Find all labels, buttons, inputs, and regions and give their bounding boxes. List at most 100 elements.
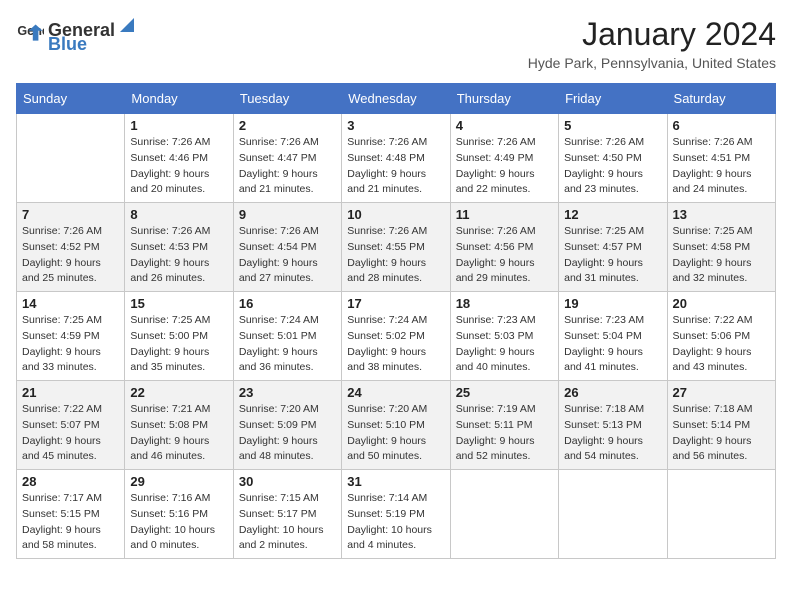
col-header-saturday: Saturday (667, 84, 775, 114)
calendar-cell: 9 Sunrise: 7:26 AMSunset: 4:54 PMDaylight… (233, 203, 341, 292)
day-info: Sunrise: 7:22 AMSunset: 5:07 PMDaylight:… (22, 402, 119, 465)
calendar-cell: 28Sunrise: 7:17 AMSunset: 5:15 PMDayligh… (17, 470, 125, 559)
day-info: Sunrise: 7:14 AMSunset: 5:19 PMDaylight:… (347, 491, 444, 554)
calendar-cell: 16 Sunrise: 7:24 AMSunset: 5:01 PMDayligh… (233, 292, 341, 381)
day-number: 29 (130, 474, 227, 489)
day-info: Sunrise: 7:25 AMSunset: 4:58 PMDaylight:… (673, 224, 770, 287)
calendar-cell: 23 Sunrise: 7:20 AMSunset: 5:09 PMDayligh… (233, 381, 341, 470)
day-number: 19 (564, 296, 661, 311)
calendar-cell: 24Sunrise: 7:20 AMSunset: 5:10 PMDayligh… (342, 381, 450, 470)
calendar-cell: 10 Sunrise: 7:26 AMSunset: 4:55 PMDayligh… (342, 203, 450, 292)
col-header-tuesday: Tuesday (233, 84, 341, 114)
day-number: 7 (22, 207, 119, 222)
day-number: 26 (564, 385, 661, 400)
day-info: Sunrise: 7:26 AMSunset: 4:52 PMDaylight:… (22, 224, 119, 287)
day-info: Sunrise: 7:26 AMSunset: 4:49 PMDaylight:… (456, 135, 553, 198)
day-info: Sunrise: 7:21 AMSunset: 5:08 PMDaylight:… (130, 402, 227, 465)
calendar-cell: 26 Sunrise: 7:18 AMSunset: 5:13 PMDayligh… (559, 381, 667, 470)
calendar-cell: 31 Sunrise: 7:14 AMSunset: 5:19 PMDayligh… (342, 470, 450, 559)
day-number: 28 (22, 474, 119, 489)
col-header-wednesday: Wednesday (342, 84, 450, 114)
day-number: 8 (130, 207, 227, 222)
calendar-cell: 4Sunrise: 7:26 AMSunset: 4:49 PMDaylight… (450, 114, 558, 203)
day-info: Sunrise: 7:16 AMSunset: 5:16 PMDaylight:… (130, 491, 227, 554)
col-header-monday: Monday (125, 84, 233, 114)
calendar-week-row: 7 Sunrise: 7:26 AMSunset: 4:52 PMDaylight… (17, 203, 776, 292)
day-number: 20 (673, 296, 770, 311)
day-number: 6 (673, 118, 770, 133)
day-info: Sunrise: 7:26 AMSunset: 4:50 PMDaylight:… (564, 135, 661, 198)
day-info: Sunrise: 7:25 AMSunset: 4:57 PMDaylight:… (564, 224, 661, 287)
calendar-cell: 25Sunrise: 7:19 AMSunset: 5:11 PMDayligh… (450, 381, 558, 470)
calendar-cell: 15Sunrise: 7:25 AMSunset: 5:00 PMDayligh… (125, 292, 233, 381)
day-number: 1 (130, 118, 227, 133)
location-subtitle: Hyde Park, Pennsylvania, United States (528, 55, 776, 71)
day-info: Sunrise: 7:23 AMSunset: 5:03 PMDaylight:… (456, 313, 553, 376)
day-number: 15 (130, 296, 227, 311)
day-info: Sunrise: 7:15 AMSunset: 5:17 PMDaylight:… (239, 491, 336, 554)
calendar-cell: 7 Sunrise: 7:26 AMSunset: 4:52 PMDaylight… (17, 203, 125, 292)
calendar-cell: 27Sunrise: 7:18 AMSunset: 5:14 PMDayligh… (667, 381, 775, 470)
day-number: 18 (456, 296, 553, 311)
day-info: Sunrise: 7:19 AMSunset: 5:11 PMDaylight:… (456, 402, 553, 465)
calendar-week-row: 28Sunrise: 7:17 AMSunset: 5:15 PMDayligh… (17, 470, 776, 559)
calendar-cell (559, 470, 667, 559)
logo: General General Blue (16, 16, 138, 53)
calendar-cell: 3Sunrise: 7:26 AMSunset: 4:48 PMDaylight… (342, 114, 450, 203)
calendar-cell: 29 Sunrise: 7:16 AMSunset: 5:16 PMDayligh… (125, 470, 233, 559)
day-info: Sunrise: 7:26 AMSunset: 4:55 PMDaylight:… (347, 224, 444, 287)
calendar-week-row: 1 Sunrise: 7:26 AMSunset: 4:46 PMDaylight… (17, 114, 776, 203)
calendar-week-row: 21 Sunrise: 7:22 AMSunset: 5:07 PMDayligh… (17, 381, 776, 470)
day-number: 31 (347, 474, 444, 489)
calendar-cell: 12 Sunrise: 7:25 AMSunset: 4:57 PMDayligh… (559, 203, 667, 292)
day-info: Sunrise: 7:22 AMSunset: 5:06 PMDaylight:… (673, 313, 770, 376)
day-number: 10 (347, 207, 444, 222)
calendar-cell: 13Sunrise: 7:25 AMSunset: 4:58 PMDayligh… (667, 203, 775, 292)
title-area: January 2024 Hyde Park, Pennsylvania, Un… (528, 16, 776, 71)
day-number: 17 (347, 296, 444, 311)
day-number: 14 (22, 296, 119, 311)
col-header-friday: Friday (559, 84, 667, 114)
day-info: Sunrise: 7:24 AMSunset: 5:01 PMDaylight:… (239, 313, 336, 376)
day-info: Sunrise: 7:23 AMSunset: 5:04 PMDaylight:… (564, 313, 661, 376)
day-number: 23 (239, 385, 336, 400)
day-info: Sunrise: 7:20 AMSunset: 5:09 PMDaylight:… (239, 402, 336, 465)
day-number: 9 (239, 207, 336, 222)
day-info: Sunrise: 7:26 AMSunset: 4:46 PMDaylight:… (130, 135, 227, 198)
month-title: January 2024 (528, 16, 776, 53)
logo-triangle-icon (116, 14, 138, 36)
day-number: 24 (347, 385, 444, 400)
day-info: Sunrise: 7:26 AMSunset: 4:56 PMDaylight:… (456, 224, 553, 287)
day-number: 22 (130, 385, 227, 400)
calendar-cell: 30 Sunrise: 7:15 AMSunset: 5:17 PMDayligh… (233, 470, 341, 559)
calendar-cell: 2Sunrise: 7:26 AMSunset: 4:47 PMDaylight… (233, 114, 341, 203)
day-number: 16 (239, 296, 336, 311)
calendar-cell: 22 Sunrise: 7:21 AMSunset: 5:08 PMDayligh… (125, 381, 233, 470)
calendar-cell: 1 Sunrise: 7:26 AMSunset: 4:46 PMDaylight… (125, 114, 233, 203)
calendar-cell: 21 Sunrise: 7:22 AMSunset: 5:07 PMDayligh… (17, 381, 125, 470)
calendar-cell (17, 114, 125, 203)
calendar-cell: 19 Sunrise: 7:23 AMSunset: 5:04 PMDayligh… (559, 292, 667, 381)
calendar-week-row: 14 Sunrise: 7:25 AMSunset: 4:59 PMDayligh… (17, 292, 776, 381)
logo-icon: General (16, 21, 44, 49)
day-number: 5 (564, 118, 661, 133)
calendar-cell: 20 Sunrise: 7:22 AMSunset: 5:06 PMDayligh… (667, 292, 775, 381)
day-info: Sunrise: 7:26 AMSunset: 4:47 PMDaylight:… (239, 135, 336, 198)
svg-text:General: General (17, 24, 44, 38)
day-number: 30 (239, 474, 336, 489)
calendar-cell: 6 Sunrise: 7:26 AMSunset: 4:51 PMDaylight… (667, 114, 775, 203)
day-info: Sunrise: 7:18 AMSunset: 5:14 PMDaylight:… (673, 402, 770, 465)
day-number: 21 (22, 385, 119, 400)
day-number: 12 (564, 207, 661, 222)
day-number: 11 (456, 207, 553, 222)
day-info: Sunrise: 7:24 AMSunset: 5:02 PMDaylight:… (347, 313, 444, 376)
day-info: Sunrise: 7:26 AMSunset: 4:54 PMDaylight:… (239, 224, 336, 287)
calendar-cell: 18 Sunrise: 7:23 AMSunset: 5:03 PMDayligh… (450, 292, 558, 381)
day-info: Sunrise: 7:26 AMSunset: 4:51 PMDaylight:… (673, 135, 770, 198)
day-info: Sunrise: 7:18 AMSunset: 5:13 PMDaylight:… (564, 402, 661, 465)
calendar-cell (667, 470, 775, 559)
day-number: 3 (347, 118, 444, 133)
day-info: Sunrise: 7:25 AMSunset: 4:59 PMDaylight:… (22, 313, 119, 376)
calendar-header-row: SundayMondayTuesdayWednesdayThursdayFrid… (17, 84, 776, 114)
page-header: General General Blue January 2024 Hyde P… (16, 16, 776, 71)
